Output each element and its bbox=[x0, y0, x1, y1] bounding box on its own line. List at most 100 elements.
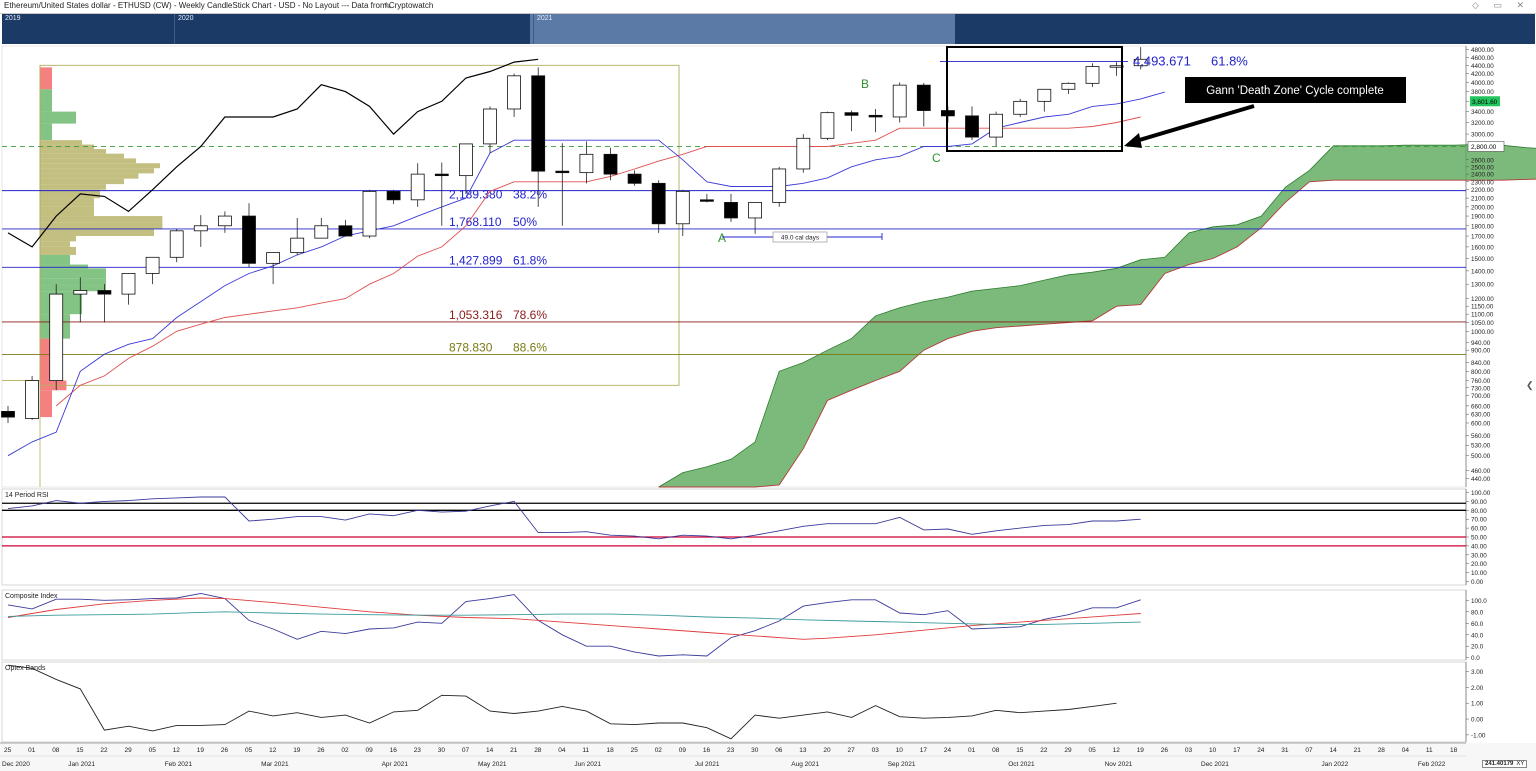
rsi-tick-label: 30.00 bbox=[1471, 552, 1487, 559]
candle-body bbox=[217, 215, 232, 227]
volume-profile-bar bbox=[40, 285, 106, 292]
candle-body bbox=[25, 380, 40, 419]
composite-tick-label: 40.0 bbox=[1471, 632, 1484, 639]
candle-body bbox=[169, 230, 184, 258]
week-tick-label: 24 bbox=[944, 747, 952, 754]
week-tick-label: 04 bbox=[558, 747, 566, 754]
volume-profile-bar bbox=[40, 241, 70, 247]
week-tick-label: 27 bbox=[848, 747, 856, 754]
week-tick-label: 11 bbox=[1426, 747, 1433, 754]
rsi-tick-label: 100.00 bbox=[1471, 490, 1491, 497]
callout-text: Gann 'Death Zone' Cycle complete bbox=[1206, 85, 1384, 97]
candle bbox=[362, 189, 377, 239]
last-price-tag-label: 3,601.60 bbox=[1472, 99, 1498, 106]
volume-profile-bar bbox=[40, 123, 52, 141]
rsi-tick-label: 60.00 bbox=[1471, 526, 1487, 533]
composite-tick-label: 60.0 bbox=[1471, 621, 1484, 628]
window-controls[interactable]: ◇ ▭ ✕ bbox=[1472, 0, 1530, 11]
candle-body bbox=[868, 114, 883, 118]
week-tick-label: 21 bbox=[1354, 747, 1362, 754]
price-tick-label: 2400.00 bbox=[1471, 172, 1494, 179]
week-tick-label: 03 bbox=[872, 747, 880, 754]
navigator-visible-range[interactable] bbox=[530, 14, 955, 44]
month-tick-label: Dec 2020 bbox=[2, 761, 30, 768]
volume-profile-bar bbox=[40, 89, 52, 112]
fib-level-percent: 78.6% bbox=[513, 308, 547, 322]
week-tick-label: 05 bbox=[1089, 747, 1097, 754]
fib-level-price: 1,427.899 bbox=[449, 253, 503, 267]
pencil-icon[interactable]: ✎ bbox=[384, 1, 392, 12]
timeline-navigator[interactable]: 2019 2020 2021 bbox=[2, 14, 1535, 44]
time-span-label: 49.0 cal days bbox=[781, 235, 820, 242]
candle-body bbox=[1061, 82, 1076, 90]
price-tick-label: 760.00 bbox=[1471, 378, 1491, 385]
volume-profile-bar bbox=[40, 268, 106, 274]
candle-body bbox=[483, 108, 497, 145]
wave-marker-c: C bbox=[932, 151, 941, 165]
candle-body bbox=[1085, 66, 1100, 84]
price-tick-label: 700.00 bbox=[1471, 393, 1491, 400]
price-tick-label: 630.00 bbox=[1471, 412, 1491, 419]
candle-body bbox=[145, 256, 160, 274]
composite-tick-label: 80.0 bbox=[1471, 609, 1484, 616]
optex-tick-label: 0.00 bbox=[1471, 717, 1484, 724]
candle-body bbox=[1, 410, 15, 418]
month-tick-label: Feb 2021 bbox=[165, 761, 193, 768]
chart-area[interactable]: 2,189.380 38.2%1,768.110 50%1,427.899 61.8%… bbox=[0, 44, 1536, 771]
price-tick-label: 1400.00 bbox=[1471, 268, 1494, 275]
week-tick-label: 16 bbox=[390, 747, 398, 754]
candle-body bbox=[73, 290, 88, 295]
candle-body bbox=[434, 173, 449, 177]
price-tick-label: 1700.00 bbox=[1471, 234, 1494, 241]
price-tick-label: 1000.00 bbox=[1471, 329, 1494, 336]
price-tick-label: 600.00 bbox=[1471, 420, 1491, 427]
candle-body bbox=[651, 182, 666, 225]
week-tick-label: 08 bbox=[52, 747, 60, 754]
week-tick-label: 30 bbox=[751, 747, 759, 754]
candle-body bbox=[507, 75, 522, 110]
price-tick-label: 2000.00 bbox=[1471, 204, 1494, 211]
rsi-tick-label: 70.00 bbox=[1471, 517, 1487, 524]
candle-body bbox=[627, 173, 642, 184]
week-tick-label: 23 bbox=[414, 747, 422, 754]
week-tick-label: 06 bbox=[775, 747, 783, 754]
volume-profile-bar bbox=[40, 206, 94, 217]
week-tick-label: 05 bbox=[149, 747, 157, 754]
rsi-tick-label: 40.00 bbox=[1471, 543, 1487, 550]
volume-profile-bar bbox=[40, 236, 76, 242]
crosshair-readout: 241.40179 XY bbox=[1482, 760, 1528, 768]
candle-body bbox=[989, 113, 1003, 138]
crosshair-axis-label: XY bbox=[1516, 761, 1525, 767]
month-tick-label: Jun 2021 bbox=[574, 761, 601, 768]
volume-profile-bar bbox=[40, 228, 154, 237]
week-tick-label: 30 bbox=[438, 747, 446, 754]
month-tick-label: Jul 2021 bbox=[695, 761, 720, 768]
candle-body bbox=[844, 112, 859, 116]
optex-tick-label: -1.00 bbox=[1471, 732, 1486, 739]
composite-index-panel: Composite Index 0.0 20.0 40.0 60.0 80.0 100.0 bbox=[1, 589, 1487, 662]
window-title: Ethereum/United States dollar - ETHUSD (… bbox=[4, 1, 434, 10]
price-tick-label: 4600.00 bbox=[1471, 55, 1494, 62]
volume-profile-bar bbox=[40, 178, 124, 185]
price-tick-label: 1900.00 bbox=[1471, 214, 1494, 221]
week-tick-label: 02 bbox=[655, 747, 663, 754]
candle-body bbox=[892, 84, 907, 118]
collapse-panel-icon[interactable]: ❮ bbox=[1526, 380, 1534, 391]
candle-body bbox=[603, 153, 618, 175]
price-tick-label: 3800.00 bbox=[1471, 89, 1494, 96]
week-tick-label: 14 bbox=[486, 747, 494, 754]
week-tick-label: 26 bbox=[317, 747, 325, 754]
candle-body bbox=[748, 202, 762, 219]
week-tick-label: 04 bbox=[1402, 747, 1410, 754]
week-tick-label: 20 bbox=[823, 747, 831, 754]
rsi-tick-label: 10.00 bbox=[1471, 570, 1487, 577]
price-tick-label: 560.00 bbox=[1471, 433, 1491, 440]
candle-body bbox=[410, 173, 425, 201]
candle-body bbox=[675, 190, 690, 225]
week-tick-label: 24 bbox=[1257, 747, 1265, 754]
candle bbox=[49, 284, 64, 391]
volume-profile-bar bbox=[40, 158, 136, 164]
candle-body bbox=[579, 153, 594, 174]
price-tick-label: 1600.00 bbox=[1471, 244, 1494, 251]
week-tick-label: 09 bbox=[679, 747, 687, 754]
